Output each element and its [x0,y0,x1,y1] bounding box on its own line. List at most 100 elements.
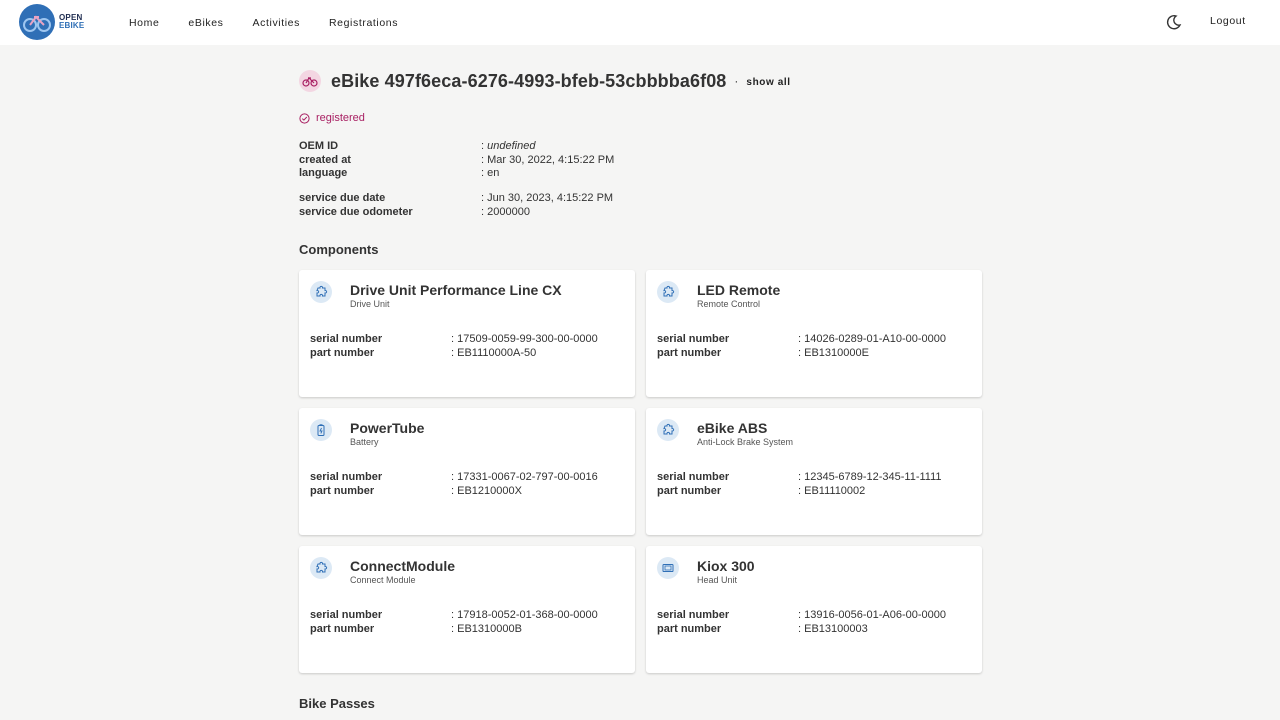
serial-label: serial number [310,609,383,621]
dark-mode-moon-icon[interactable] [1166,14,1182,30]
serial-label: serial number [657,333,730,345]
component-name: eBike ABS [697,420,768,436]
component-properties: serial number : 17331-0067-02-797-00-0016… [310,471,598,498]
serial-row: serial number : 13916-0056-01-A06-00-0000 [657,609,946,623]
component-card[interactable]: ConnectModule Connect Module serial numb… [299,546,635,673]
serial-value: : 12345-6789-12-345-11-1111 [798,471,942,483]
prop-value: : en [481,167,500,179]
nav-activities[interactable]: Activities [253,17,300,29]
component-name: PowerTube [350,420,425,436]
component-type: Drive Unit [350,299,390,309]
serial-label: serial number [657,471,730,483]
serial-row: serial number : 17331-0067-02-797-00-0016 [310,471,598,485]
component-name: ConnectModule [350,558,455,574]
service-properties: service due date : Jun 30, 2023, 4:15:22… [299,192,613,219]
display-icon [657,557,679,579]
serial-row: serial number : 17918-0052-01-368-00-0000 [310,609,598,623]
serial-label: serial number [310,333,383,345]
component-card[interactable]: Drive Unit Performance Line CX Drive Uni… [299,270,635,397]
logo-line-2: EBIKE [59,21,85,30]
puzzle-icon [310,281,332,303]
serial-value: : 14026-0289-01-A10-00-0000 [798,333,947,345]
prop-key: language [299,167,348,179]
part-value: : EB11110002 [798,484,866,497]
component-card[interactable]: LED Remote Remote Control serial number:… [646,270,982,397]
nav-home[interactable]: Home [129,17,159,29]
component-card[interactable]: eBike ABS Anti-Lock Brake System serial … [646,408,982,535]
prop-row-created-at: created at : Mar 30, 2022, 4:15:22 PM [299,154,614,168]
part-row: part number : EB1210000X [310,485,598,499]
component-name: Drive Unit Performance Line CX [350,282,562,298]
serial-value: : 17331-0067-02-797-00-0016 [451,471,598,483]
serial-label: serial number [657,609,730,621]
serial-row: serial number : 12345-6789-12-345-11-1111 [657,471,942,485]
part-value: : EB1110000A-50 [451,346,537,359]
component-properties: serial number : 17509-0059-99-300-00-0000… [310,333,598,360]
app-logo[interactable]: OPEN EBIKE [19,4,84,40]
part-label: part number [310,622,375,635]
part-label: part number [310,346,375,359]
serial-value: : 17509-0059-99-300-00-0000 [451,333,598,345]
prop-value: : 2000000 [481,205,530,218]
component-type: Connect Module [350,575,416,585]
component-type: Remote Control [697,299,761,309]
component-type: Battery [350,437,379,447]
prop-key: OEM ID [299,140,339,152]
prop-key: service due date [299,192,386,204]
serial-value: : 17918-0052-01-368-00-0000 [451,609,598,621]
component-name: LED Remote [697,282,781,298]
part-row: part number : EB11110002 [657,485,942,499]
bike-passes-heading: Bike Passes [299,696,375,711]
page-header: eBike 497f6eca-6276-4993-bfeb-53cbbbba6f… [299,66,983,96]
part-row: part number : EB1110000A-50 [310,347,598,361]
puzzle-icon [657,419,679,441]
component-name: Kiox 300 [697,558,755,574]
battery-icon [310,419,332,441]
nav-ebikes[interactable]: eBikes [188,17,223,29]
part-value: : EB1210000X [451,484,522,497]
prop-row-service-due-date: service due date : Jun 30, 2023, 4:15:22… [299,192,613,206]
part-label: part number [657,622,722,635]
status-text: registered [316,112,365,124]
prop-row-service-due-odometer: service due odometer : 2000000 [299,206,613,220]
serial-row: serial number : 14026-0289-01-A10-00-0000 [657,333,946,347]
part-row: part number : EB1310000B [310,623,598,637]
puzzle-icon [310,557,332,579]
component-type: Head Unit [697,575,738,585]
status-badge: registered [299,112,365,124]
main-nav: Home eBikes Activities Registrations [129,0,427,45]
serial-value: : 13916-0056-01-A06-00-0000 [798,609,947,621]
check-circle-icon [299,112,310,124]
ebike-detail: eBike 497f6eca-6276-4993-bfeb-53cbbbba6f… [299,66,983,711]
part-label: part number [657,346,722,359]
logo-wordmark: OPEN EBIKE [59,14,84,30]
title-separator: · [734,74,739,88]
component-card[interactable]: PowerTube Battery serial number : 17331-0… [299,408,635,535]
puzzle-icon [657,281,679,303]
part-label: part number [657,484,722,497]
logo-bike-icon [19,4,55,40]
nav-registrations[interactable]: Registrations [329,17,398,29]
part-value: : EB1310000E [798,346,869,359]
prop-value: : undefined [481,140,536,152]
component-type: Anti-Lock Brake System [697,437,794,447]
ebike-icon [299,70,321,92]
serial-label: serial number [310,471,383,483]
logout-button[interactable]: Logout [1210,15,1246,27]
part-value: : EB13100003 [798,622,868,635]
part-value: : EB1310000B [451,622,522,635]
top-app-bar: OPEN EBIKE Home eBikes Activities Regist… [0,0,1280,45]
component-card[interactable]: Kiox 300 Head Unit serial number : 13916-… [646,546,982,673]
oem-id-value: undefined [487,140,536,152]
component-properties: serial number : 12345-6789-12-345-11-1111… [657,471,942,498]
part-label: part number [310,484,375,497]
component-properties: serial number : 14026-0289-01-A10-00-0000… [657,333,946,360]
serial-row: serial number : 17509-0059-99-300-00-0000 [310,333,598,347]
prop-key: service due odometer [299,205,413,218]
show-all-link[interactable]: show all [746,77,790,88]
part-row: part number : EB1310000E [657,347,946,361]
prop-row-language: language : en [299,167,614,181]
prop-value: : Mar 30, 2022, 4:15:22 PM [481,153,615,166]
prop-row-oem-id: OEM ID : undefined [299,140,614,154]
prop-value: : Jun 30, 2023, 4:15:22 PM [481,192,614,204]
